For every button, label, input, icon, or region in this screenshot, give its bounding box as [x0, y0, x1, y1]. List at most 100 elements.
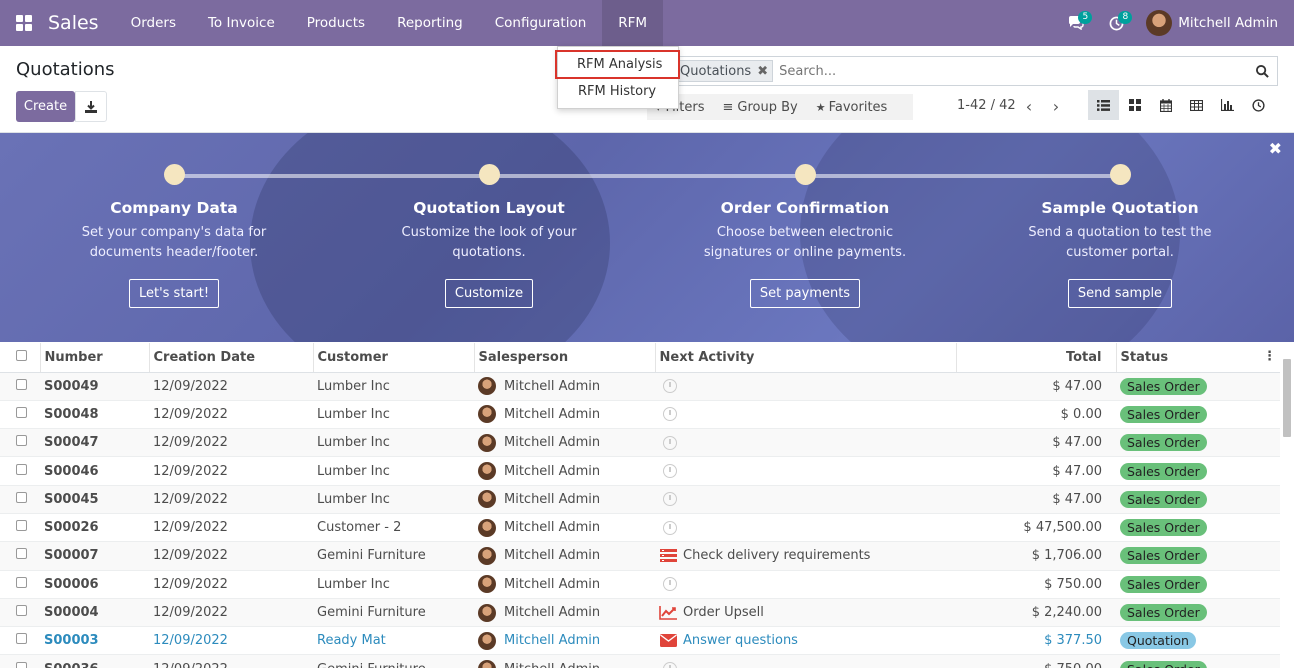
clock-icon[interactable] — [663, 464, 677, 479]
apps-menu-icon[interactable] — [0, 0, 48, 46]
table-row[interactable]: S00007 12/09/2022 Gemini Furniture Mitchell… — [0, 541, 1280, 571]
cell-status: Sales Order — [1116, 484, 1280, 514]
envelope-icon[interactable] — [659, 634, 677, 648]
clock-icon[interactable] — [663, 520, 677, 535]
cell-next-activity[interactable]: Answer questions — [655, 626, 956, 655]
row-checkbox[interactable] — [0, 428, 40, 457]
line-chart-icon[interactable] — [659, 605, 677, 620]
table-row[interactable]: S00006 12/09/2022 Lumber Inc Mitchell Admin… — [0, 569, 1280, 599]
cell-next-activity[interactable]: Check delivery requirements — [655, 541, 956, 571]
create-button[interactable]: Create — [16, 91, 75, 122]
favorites-button[interactable]: ★ Favorites — [816, 100, 888, 115]
table-row[interactable]: S00003 12/09/2022 Ready Mat Mitchell Admin A… — [0, 626, 1280, 655]
remove-facet-icon[interactable]: ✖ — [757, 64, 768, 79]
app-name[interactable]: Sales — [48, 12, 99, 34]
onboarding-step-company-data: Company Data Set your company's data for… — [44, 164, 304, 308]
cell-total: $ 47.00 — [956, 371, 1116, 401]
row-checkbox[interactable] — [0, 399, 40, 429]
cell-next-activity[interactable]: Order Upsell — [655, 597, 956, 627]
cell-next-activity[interactable] — [655, 654, 956, 668]
row-checkbox[interactable] — [0, 654, 40, 668]
lets-start-button[interactable]: Let's start! — [128, 279, 220, 308]
table-row[interactable]: S00049 12/09/2022 Lumber Inc Mitchell Admin… — [0, 371, 1280, 401]
search-input[interactable] — [773, 63, 1247, 79]
menu-products[interactable]: Products — [291, 0, 381, 46]
column-header-total[interactable]: Total — [955, 343, 1116, 373]
chat-icon[interactable]: 5 — [1056, 0, 1096, 46]
close-icon[interactable]: ✖ — [1269, 139, 1282, 158]
search-icon[interactable] — [1247, 64, 1277, 78]
pager-previous-icon[interactable]: ‹ — [1017, 95, 1041, 117]
row-checkbox[interactable] — [0, 597, 40, 627]
set-payments-button[interactable]: Set payments — [749, 279, 861, 308]
row-checkbox[interactable] — [0, 569, 40, 599]
select-all-checkbox[interactable] — [0, 343, 40, 373]
cell-next-activity[interactable] — [655, 399, 956, 429]
table-row[interactable]: S0003612/09/2022Gemini Furniture Mitchell… — [0, 654, 1280, 668]
customize-button[interactable]: Customize — [444, 279, 534, 308]
cell-customer: Lumber Inc — [313, 456, 474, 486]
cell-creation-date: 12/09/2022 — [149, 654, 313, 668]
row-checkbox[interactable] — [0, 371, 40, 401]
column-header-salesperson[interactable]: Salesperson — [473, 343, 655, 373]
menu-to-invoice[interactable]: To Invoice — [192, 0, 291, 46]
onboarding-step-order-confirmation: Order Confirmation Choose between electr… — [675, 164, 935, 308]
kanban-view-icon[interactable] — [1119, 90, 1150, 120]
cell-next-activity[interactable] — [655, 512, 956, 542]
clock-icon[interactable] — [663, 492, 677, 507]
cell-next-activity[interactable] — [655, 456, 956, 486]
clock-icon[interactable] — [663, 435, 677, 450]
user-menu[interactable]: Mitchell Admin — [1136, 10, 1294, 36]
list-view-icon[interactable] — [1088, 90, 1119, 120]
activity-clock-icon[interactable]: 8 — [1096, 0, 1136, 46]
menu-rfm-analysis[interactable]: RFM Analysis — [555, 50, 680, 79]
row-checkbox[interactable] — [0, 484, 40, 514]
column-header-next-activity[interactable]: Next Activity — [654, 343, 956, 373]
pivot-view-icon[interactable] — [1181, 90, 1212, 120]
pager-value[interactable]: 1-42 / 42 — [957, 98, 1016, 113]
cell-next-activity[interactable] — [655, 569, 956, 599]
optional-columns-icon[interactable]: ⋮ — [1263, 349, 1276, 364]
column-header-status[interactable]: Status ⋮ — [1115, 343, 1280, 373]
calendar-view-icon[interactable] — [1150, 90, 1181, 120]
cell-customer: Lumber Inc — [313, 484, 474, 514]
table-row[interactable]: S00045 12/09/2022 Lumber Inc Mitchell Admin… — [0, 484, 1280, 514]
column-header-customer[interactable]: Customer — [312, 343, 474, 373]
table-row[interactable]: S00026 12/09/2022 Customer - 2 Mitchell Adm… — [0, 512, 1280, 542]
row-checkbox[interactable] — [0, 626, 40, 655]
cell-next-activity[interactable] — [655, 371, 956, 401]
column-header-number[interactable]: Number — [39, 343, 149, 373]
row-checkbox[interactable] — [0, 541, 40, 571]
graph-view-icon[interactable] — [1212, 90, 1243, 120]
row-checkbox[interactable] — [0, 512, 40, 542]
send-sample-button[interactable]: Send sample — [1067, 279, 1173, 308]
cell-total: $ 2,240.00 — [956, 597, 1116, 627]
cell-next-activity[interactable] — [655, 484, 956, 514]
cell-salesperson: Mitchell Admin — [474, 428, 655, 457]
menu-reporting[interactable]: Reporting — [381, 0, 479, 46]
menu-rfm-history[interactable]: RFM History — [558, 78, 678, 104]
table-row[interactable]: S00047 12/09/2022 Lumber Inc Mitchell Admin… — [0, 428, 1280, 457]
column-header-creation-date[interactable]: Creation Date — [148, 343, 313, 373]
scrollbar[interactable] — [1282, 345, 1292, 665]
cell-next-activity[interactable] — [655, 428, 956, 457]
clock-icon[interactable] — [663, 407, 677, 422]
table-row[interactable]: S00004 12/09/2022 Gemini Furniture Mitchell… — [0, 597, 1280, 627]
cell-total: $ 47.00 — [956, 428, 1116, 457]
clock-icon[interactable] — [663, 662, 677, 668]
row-checkbox[interactable] — [0, 456, 40, 486]
pager-next-icon[interactable]: › — [1044, 95, 1068, 117]
clock-icon[interactable] — [663, 577, 677, 592]
menu-orders[interactable]: Orders — [115, 0, 192, 46]
menu-rfm[interactable]: RFM — [602, 0, 664, 46]
activity-view-icon[interactable] — [1243, 90, 1274, 120]
groupby-button[interactable]: ≡ Group By — [723, 100, 798, 115]
table-row[interactable]: S00046 12/09/2022 Lumber Inc Mitchell Admin… — [0, 456, 1280, 486]
table-row[interactable]: S00048 12/09/2022 Lumber Inc Mitchell Admin… — [0, 399, 1280, 429]
avatar — [1146, 10, 1173, 36]
cell-salesperson: Mitchell Admin — [474, 512, 655, 542]
download-button[interactable] — [75, 91, 107, 122]
clock-icon[interactable] — [663, 379, 677, 394]
tasks-icon[interactable] — [659, 549, 677, 563]
menu-configuration[interactable]: Configuration — [479, 0, 603, 46]
